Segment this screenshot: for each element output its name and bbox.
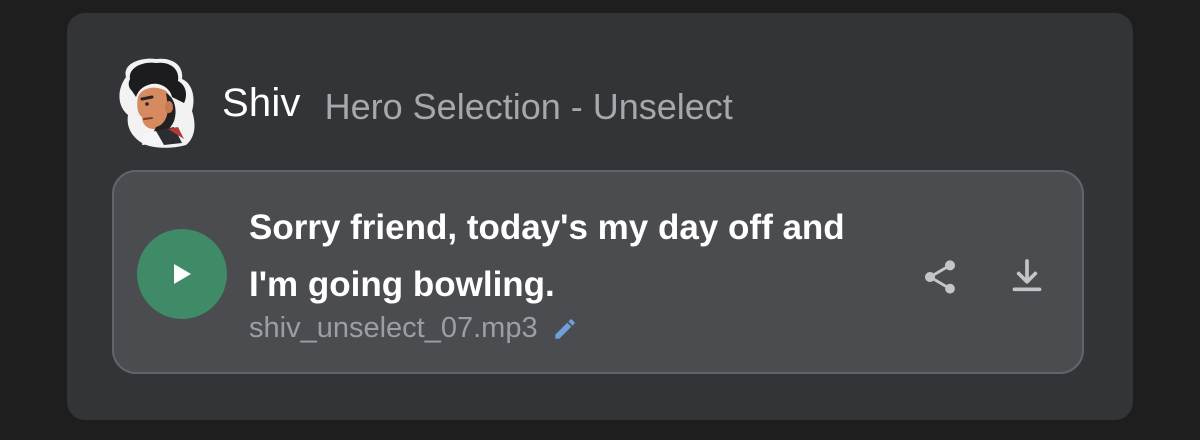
file-row: shiv_unselect_07.mp3 (249, 312, 578, 345)
play-button[interactable] (137, 229, 227, 319)
shiv-portrait-icon (119, 58, 195, 148)
download-button[interactable] (1004, 253, 1050, 299)
download-icon (1012, 259, 1042, 292)
share-icon (925, 260, 955, 294)
hero-header: Shiv Hero Selection - Unselect (112, 57, 733, 149)
voice-line-context: Hero Selection - Unselect (324, 86, 733, 127)
voice-line-text: Sorry friend, today's my day off and I'm… (249, 208, 845, 304)
audio-filename: shiv_unselect_07.mp3 (249, 312, 538, 344)
share-button[interactable] (917, 254, 963, 300)
pencil-icon (554, 318, 575, 339)
hero-avatar (112, 57, 204, 149)
voice-line-card: Shiv Hero Selection - Unselect Sorry fri… (67, 13, 1133, 420)
edit-button[interactable] (552, 316, 578, 342)
audio-clip-panel: Sorry friend, today's my day off and I'm… (112, 170, 1084, 374)
hero-name: Shiv (222, 80, 301, 125)
play-icon (174, 264, 191, 284)
